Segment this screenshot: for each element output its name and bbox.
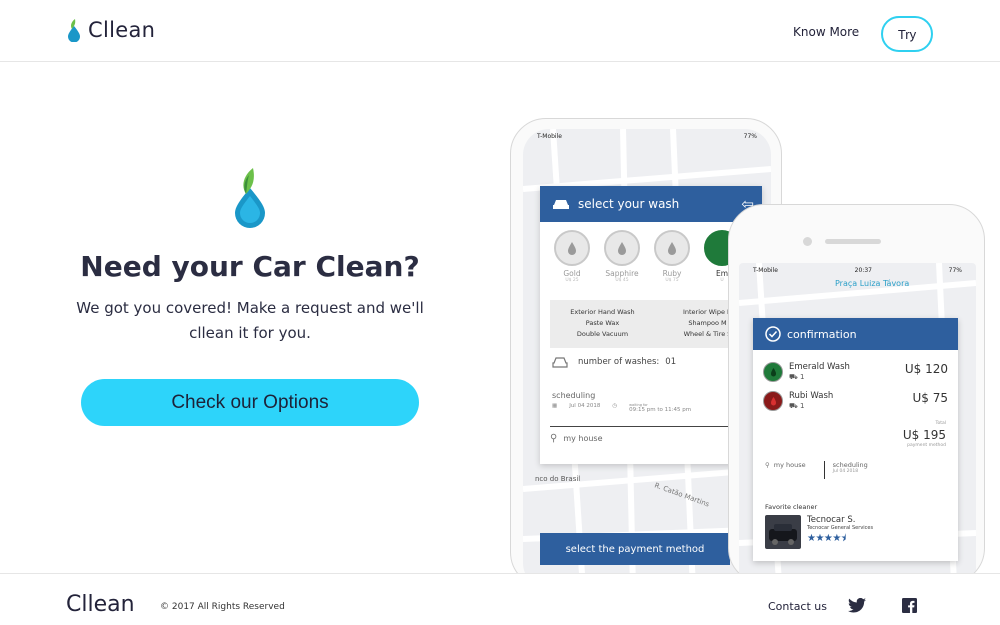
car-icon: ⛟ <box>789 402 798 410</box>
water-drop-icon <box>68 19 80 42</box>
drop-icon <box>554 230 590 266</box>
speaker-grille <box>825 239 881 244</box>
service-item: Exterior Hand Wash <box>570 308 635 316</box>
check-circle-icon <box>765 326 781 342</box>
battery-label: 77% <box>948 267 962 274</box>
wash-option-sapphire[interactable]: Sapphire U$ 45 <box>602 230 642 292</box>
total-label: Total <box>935 421 946 426</box>
hero-subtitle-line: We got you covered! Make a request and w… <box>76 299 424 317</box>
schedule-date: Jul 04 2018 <box>569 403 601 409</box>
calendar-icon: ▦ <box>552 403 558 409</box>
location-pin-icon: ⚲ <box>765 461 770 469</box>
address-schedule-row: ⚲ my house scheduling Jul 04 2018 <box>765 461 950 479</box>
scheduling-details: ▦ Jul 04 2018 ◷ waiting for 09:15 pm to … <box>552 403 691 413</box>
scheduling-row[interactable]: scheduling ▦ Jul 04 2018 ◷ waiting for 0… <box>552 391 691 413</box>
facebook-icon[interactable] <box>902 598 917 613</box>
copyright-text: © 2017 All Rights Reserved <box>160 602 285 612</box>
item-name: Rubi Wash <box>789 391 834 401</box>
check-options-button[interactable]: Check our Options <box>81 379 419 426</box>
front-camera <box>803 237 812 246</box>
divider <box>823 461 825 479</box>
contact-link[interactable]: Contact us <box>768 600 827 613</box>
wash-name: Sapphire <box>605 269 639 278</box>
car-icon <box>552 357 568 368</box>
address-label: my house <box>563 434 603 443</box>
location-pin-icon: ⚲ <box>550 433 558 444</box>
item-price: U$ 120 <box>904 362 948 376</box>
washes-count: 01 <box>665 357 677 367</box>
ruby-wash-icon <box>763 391 783 411</box>
wash-name: Ruby <box>662 269 682 278</box>
wash-price: U$ 75 <box>665 278 679 283</box>
wash-price: U$ 45 <box>615 278 629 283</box>
car-icon <box>553 200 569 209</box>
scheduling-block: scheduling Jul 04 2018 <box>833 461 868 479</box>
select-payment-button[interactable]: select the payment method <box>540 533 730 565</box>
item-price: U$ 75 <box>912 391 948 405</box>
footer-brand: Cllean <box>66 592 135 617</box>
wash-option-gold[interactable]: Gold U$ 25 <box>552 230 592 292</box>
wash-option-ruby[interactable]: Ruby U$ 75 <box>652 230 692 292</box>
status-bar: T-Mobile 77% <box>523 129 771 145</box>
water-drop-icon <box>235 168 265 228</box>
card-title: confirmation <box>787 327 857 341</box>
battery-label: 77% <box>743 133 757 140</box>
clock-label: 20:37 <box>854 267 872 274</box>
wash-price: U$ 25 <box>565 278 579 283</box>
item-qty: ⛟ 1 <box>789 401 833 411</box>
scheduling-label: scheduling <box>832 461 868 469</box>
confirmation-card: confirmation Emerald Wash ⛟ 1 U$ 120 Rub… <box>753 318 958 561</box>
drop-icon <box>654 230 690 266</box>
map-label: nco do Brasil <box>535 475 581 483</box>
number-of-washes-row[interactable]: number of washes: 01 <box>552 356 676 368</box>
twitter-icon[interactable] <box>848 598 866 613</box>
payment-method-label: payment method <box>907 443 946 448</box>
map-label: Praça Luiza Távora <box>835 279 910 288</box>
schedule-waiting: waiting for 09:15 pm to 11:45 pm <box>629 403 691 413</box>
hero-subtitle: We got you covered! Make a request and w… <box>70 296 430 346</box>
hero-subtitle-line: cllean it for you. <box>189 324 311 342</box>
card-header: confirmation <box>753 318 958 350</box>
item-qty-value: 1 <box>800 373 805 381</box>
card-header: select your wash ⇦ <box>540 186 762 222</box>
hero-title: Need your Car Clean? <box>80 250 420 283</box>
order-item: Rubi Wash ⛟ 1 U$ 75 <box>763 391 948 411</box>
favorite-cleaner-label: Favorite cleaner <box>765 503 818 511</box>
cleaner-photo <box>765 515 801 549</box>
schedule-date: Jul 04 2018 <box>832 469 859 474</box>
brand-logo[interactable]: Cllean <box>66 18 155 42</box>
washes-label: number of washes: <box>578 357 660 367</box>
schedule-time: 09:15 pm to 11:45 pm <box>629 407 692 413</box>
total-value: U$ 195 <box>902 428 946 442</box>
favorite-cleaner[interactable]: Tecnocar S. Tecnocar General Services ★★… <box>765 515 873 549</box>
item-qty: ⛟ 1 <box>789 372 850 382</box>
address-row[interactable]: ⚲ my house <box>550 426 740 444</box>
carrier-label: T-Mobile <box>753 267 778 274</box>
cleaner-name: Tecnocar S. <box>807 515 856 525</box>
drop-icon <box>604 230 640 266</box>
site-header: Cllean Know More Try <box>0 0 1000 62</box>
site-footer: Cllean © 2017 All Rights Reserved Contac… <box>0 573 1000 625</box>
address-label: my house <box>773 461 806 469</box>
service-item: Double Vacuum <box>576 330 629 338</box>
card-title: select your wash <box>578 197 680 211</box>
try-button[interactable]: Try <box>881 16 933 52</box>
scheduling-label: scheduling <box>552 391 596 400</box>
status-bar: T-Mobile 20:37 77% <box>739 263 976 279</box>
item-name: Emerald Wash <box>789 362 850 372</box>
item-qty-value: 1 <box>800 402 805 410</box>
emerald-wash-icon <box>763 362 783 382</box>
clock-icon: ◷ <box>612 403 618 409</box>
service-item: Paste Wax <box>585 319 620 327</box>
carrier-label: T-Mobile <box>537 133 562 140</box>
rating-stars: ★★★★⯨ <box>807 533 846 544</box>
order-item: Emerald Wash ⛟ 1 U$ 120 <box>763 362 948 382</box>
know-more-link[interactable]: Know More <box>793 25 859 39</box>
car-icon: ⛟ <box>789 373 798 381</box>
brand-name: Cllean <box>88 18 156 42</box>
wash-name: Gold <box>563 269 581 278</box>
services-column: Exterior Hand Wash Paste Wax Double Vacu… <box>550 307 655 348</box>
